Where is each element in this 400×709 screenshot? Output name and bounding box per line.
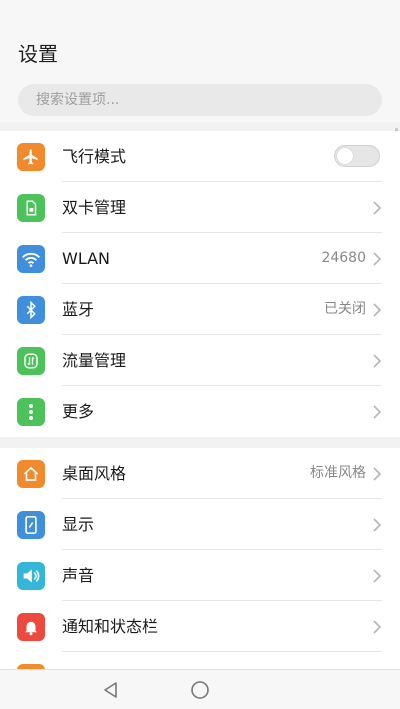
settings-item-display[interactable]: 显示: [0, 499, 400, 550]
chevron-right-icon: [373, 518, 382, 532]
page-title: 设置: [18, 42, 58, 66]
sound-icon: [17, 562, 45, 590]
settings-item-desktop-style[interactable]: 桌面风格 标准风格: [0, 448, 400, 499]
settings-item-more[interactable]: 更多: [0, 386, 400, 437]
wlan-network-name: 24680: [321, 250, 366, 266]
header: 设置 搜索设置项...: [0, 0, 400, 122]
settings-item-notifications[interactable]: 通知和状态栏: [0, 601, 400, 652]
chevron-right-icon: [373, 405, 382, 419]
airplane-icon: [17, 143, 45, 171]
bluetooth-icon: [17, 296, 45, 324]
settings-item-label: 双卡管理: [62, 198, 127, 217]
wifi-icon: [17, 245, 45, 273]
chevron-right-icon: [373, 354, 382, 368]
settings-item-airplane-mode[interactable]: 飞行模式: [0, 131, 400, 182]
sim-card-icon: [17, 194, 45, 222]
navigation-bar: [0, 669, 400, 709]
settings-item-partial[interactable]: [0, 652, 400, 669]
chevron-right-icon: [373, 303, 382, 317]
settings-item-sound[interactable]: 声音: [0, 550, 400, 601]
notification-bell-icon: [17, 613, 45, 641]
home-style-icon: [17, 460, 45, 488]
home-icon[interactable]: [190, 680, 210, 700]
chevron-right-icon: [373, 201, 382, 215]
chevron-right-icon: [373, 467, 382, 481]
settings-item-label: 显示: [62, 515, 95, 534]
chevron-right-icon: [373, 252, 382, 266]
settings-group-device: 桌面风格 标准风格 显示 声音 通知和状态栏: [0, 448, 400, 669]
settings-item-label: 声音: [62, 566, 95, 585]
search-input[interactable]: 搜索设置项...: [18, 84, 382, 116]
back-icon[interactable]: [101, 680, 121, 700]
settings-item-label: 通知和状态栏: [62, 617, 159, 636]
settings-item-dual-sim[interactable]: 双卡管理: [0, 182, 400, 233]
chevron-right-icon: [373, 569, 382, 583]
settings-group-network: 飞行模式 双卡管理 WLAN 24680 蓝牙 已关闭 流量管理 更多: [0, 131, 400, 437]
settings-item-label: 桌面风格: [62, 464, 127, 483]
chevron-right-icon: [373, 620, 382, 634]
settings-item-label: 飞行模式: [62, 147, 127, 166]
settings-item-data-usage[interactable]: 流量管理: [0, 335, 400, 386]
display-icon: [17, 511, 45, 539]
settings-item-wlan[interactable]: WLAN 24680: [0, 233, 400, 284]
settings-item-label: WLAN: [62, 249, 111, 268]
bluetooth-status: 已关闭: [324, 301, 366, 317]
airplane-mode-toggle[interactable]: [334, 145, 380, 167]
settings-item-bluetooth[interactable]: 蓝牙 已关闭: [0, 284, 400, 335]
settings-item-label: 流量管理: [62, 351, 127, 370]
settings-item-label: 更多: [62, 402, 95, 421]
more-icon: [17, 398, 45, 426]
data-usage-icon: [17, 347, 45, 375]
desktop-style-value: 标准风格: [310, 465, 366, 481]
settings-item-label: 蓝牙: [62, 300, 95, 319]
